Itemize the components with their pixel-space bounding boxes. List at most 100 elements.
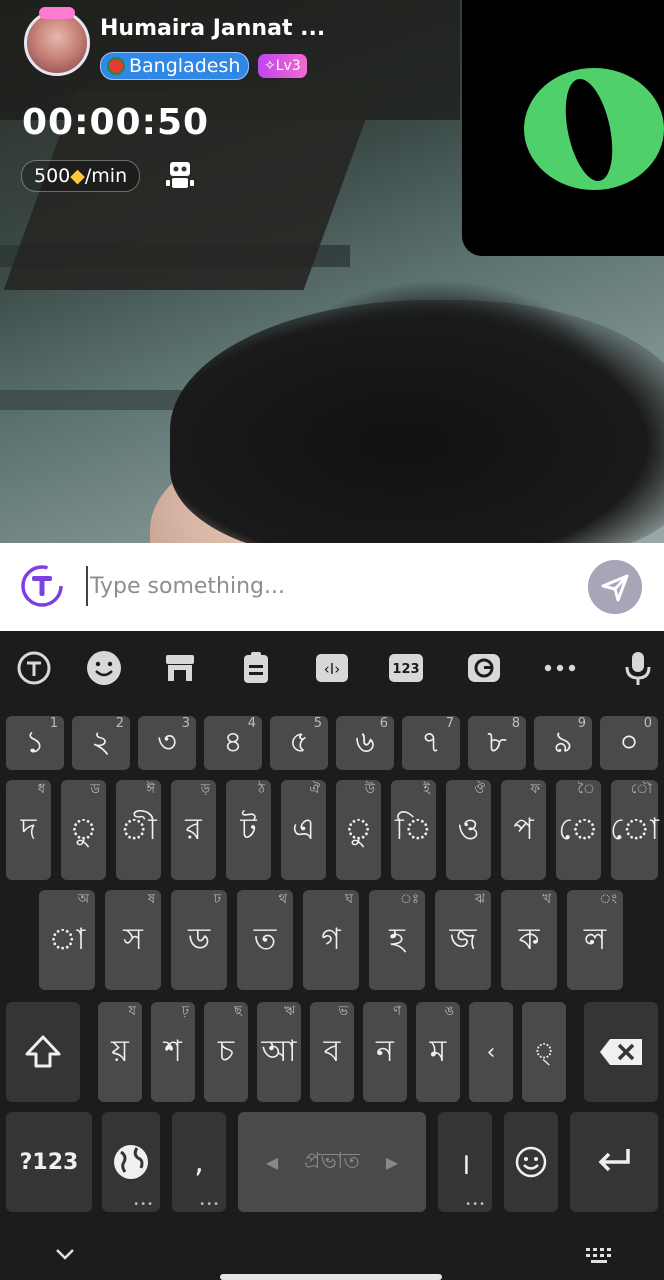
key-row1[interactable]: ু ড xyxy=(61,780,106,880)
avatar[interactable] xyxy=(24,7,90,76)
key-8[interactable]: ৮8 xyxy=(468,716,526,770)
emoji-key[interactable] xyxy=(504,1112,558,1212)
key-hint: ড xyxy=(90,782,100,797)
key-7[interactable]: ৭7 xyxy=(402,716,460,770)
key-row3[interactable]: য় য xyxy=(98,1002,142,1102)
smiley-icon xyxy=(515,1146,547,1178)
level-label: Lv3 xyxy=(275,58,301,74)
translate-keyboard-icon[interactable] xyxy=(14,648,54,688)
key-hint: ৈ xyxy=(577,782,595,797)
key-row1[interactable]: টঠ xyxy=(226,780,271,880)
key-5[interactable]: ৫5 xyxy=(270,716,328,770)
emoji-icon[interactable] xyxy=(84,648,124,688)
key-row1[interactable]: ি ই xyxy=(391,780,436,880)
key-row1[interactable]: েৈ xyxy=(556,780,601,880)
enter-icon xyxy=(598,1149,630,1172)
more-dots: ••• xyxy=(199,1199,220,1210)
numpad-icon[interactable]: 123 xyxy=(386,648,426,688)
comma-key[interactable]: , ••• xyxy=(172,1112,226,1212)
key-label: প xyxy=(513,811,534,847)
key-label: ু xyxy=(69,811,98,847)
microphone-icon[interactable] xyxy=(618,648,658,688)
key-1[interactable]: ১1 xyxy=(6,716,64,770)
rate-unit: /min xyxy=(84,165,128,187)
key-row3[interactable]: মঙ xyxy=(416,1002,460,1102)
key-row2[interactable]: জঝ xyxy=(435,890,491,990)
message-input[interactable] xyxy=(86,566,570,606)
key-row1[interactable]: ী ঈ xyxy=(116,780,161,880)
key-0[interactable]: ০0 xyxy=(600,716,658,770)
rate-value: 500 xyxy=(34,165,71,187)
key-label: ব xyxy=(323,1033,341,1069)
key-label: ২ xyxy=(91,724,111,760)
key-row3[interactable]: শ ঢ় xyxy=(151,1002,195,1102)
more-dots: ••• xyxy=(465,1199,486,1210)
clipboard-icon[interactable] xyxy=(236,648,276,688)
key-label: ১ xyxy=(25,724,45,760)
key-row3[interactable]: বভ xyxy=(310,1002,354,1102)
key-row2[interactable]: কখ xyxy=(501,890,557,990)
key-label: য় xyxy=(111,1033,129,1069)
key-hint: ঐ xyxy=(309,782,320,797)
key-label: ী xyxy=(120,811,157,847)
key-3[interactable]: ৩3 xyxy=(138,716,196,770)
key-hint: ষ xyxy=(147,892,155,907)
key-row1[interactable]: ু উ xyxy=(336,780,381,880)
key-label: এ xyxy=(292,811,315,847)
enter-key[interactable] xyxy=(570,1112,658,1212)
more-options-icon[interactable] xyxy=(540,648,580,688)
key-row1[interactable]: দধ xyxy=(6,780,51,880)
danda-key[interactable]: । ••• xyxy=(438,1112,492,1212)
key-row2[interactable]: লং xyxy=(567,890,623,990)
language-key[interactable]: ••• xyxy=(102,1112,160,1212)
backspace-key[interactable] xyxy=(584,1002,658,1102)
text-edit-icon[interactable]: ‹I› xyxy=(312,648,352,688)
key-label: া xyxy=(48,921,86,957)
key-hint: ঠ xyxy=(258,782,265,797)
space-key[interactable]: ◀ প্রভাত ▶ xyxy=(238,1112,426,1212)
hide-keyboard-icon[interactable] xyxy=(54,1246,76,1262)
key-row1[interactable]: এঐ xyxy=(281,780,326,880)
key-row2[interactable]: হঃ xyxy=(369,890,425,990)
key-row1[interactable]: র ড় xyxy=(171,780,216,880)
key-row2[interactable]: তথ xyxy=(237,890,293,990)
comma-label: , xyxy=(194,1144,204,1180)
key-row2[interactable]: সষ xyxy=(105,890,161,990)
home-indicator[interactable] xyxy=(220,1274,442,1280)
send-button[interactable] xyxy=(588,560,642,614)
bangladesh-flag-icon xyxy=(107,57,125,75)
key-label: দ xyxy=(20,811,37,847)
key-row2[interactable]: গঘ xyxy=(303,890,359,990)
gif-icon[interactable] xyxy=(464,648,504,688)
key-row3[interactable]: আঋ xyxy=(257,1002,301,1102)
key-hint: 6 xyxy=(379,716,388,731)
key-hint: ভ xyxy=(338,1004,348,1019)
key-hint: 2 xyxy=(115,716,124,731)
key-row3[interactable]: নণ xyxy=(363,1002,407,1102)
key-row2[interactable]: া অ xyxy=(39,890,95,990)
shift-key[interactable] xyxy=(6,1002,80,1102)
self-preview[interactable] xyxy=(462,0,664,256)
key-row3[interactable]: ‹ xyxy=(469,1002,513,1102)
key-label: ৬ xyxy=(355,724,375,760)
symbols-key[interactable]: ?123 xyxy=(6,1112,92,1212)
key-6[interactable]: ৬6 xyxy=(336,716,394,770)
key-row1[interactable]: ওঔ xyxy=(446,780,491,880)
cursor-left-icon: ◀ xyxy=(265,1152,279,1172)
key-row3[interactable]: ্ xyxy=(522,1002,566,1102)
robot-icon[interactable] xyxy=(164,160,196,190)
key-row2[interactable]: ডঢ xyxy=(171,890,227,990)
key-label: স xyxy=(123,921,143,957)
key-2[interactable]: ২2 xyxy=(72,716,130,770)
translate-logo-icon[interactable] xyxy=(20,564,64,608)
call-rate: 500◆/min xyxy=(21,160,141,192)
key-label: ু xyxy=(344,811,373,847)
key-4[interactable]: ৪4 xyxy=(204,716,262,770)
key-row1[interactable]: োৌ xyxy=(610,780,659,880)
key-hint: 9 xyxy=(577,716,586,731)
store-icon[interactable] xyxy=(160,648,200,688)
key-9[interactable]: ৯9 xyxy=(534,716,592,770)
key-row3[interactable]: চছ xyxy=(204,1002,248,1102)
key-row1[interactable]: পফ xyxy=(501,780,546,880)
keyboard-switch-icon[interactable] xyxy=(584,1246,614,1266)
